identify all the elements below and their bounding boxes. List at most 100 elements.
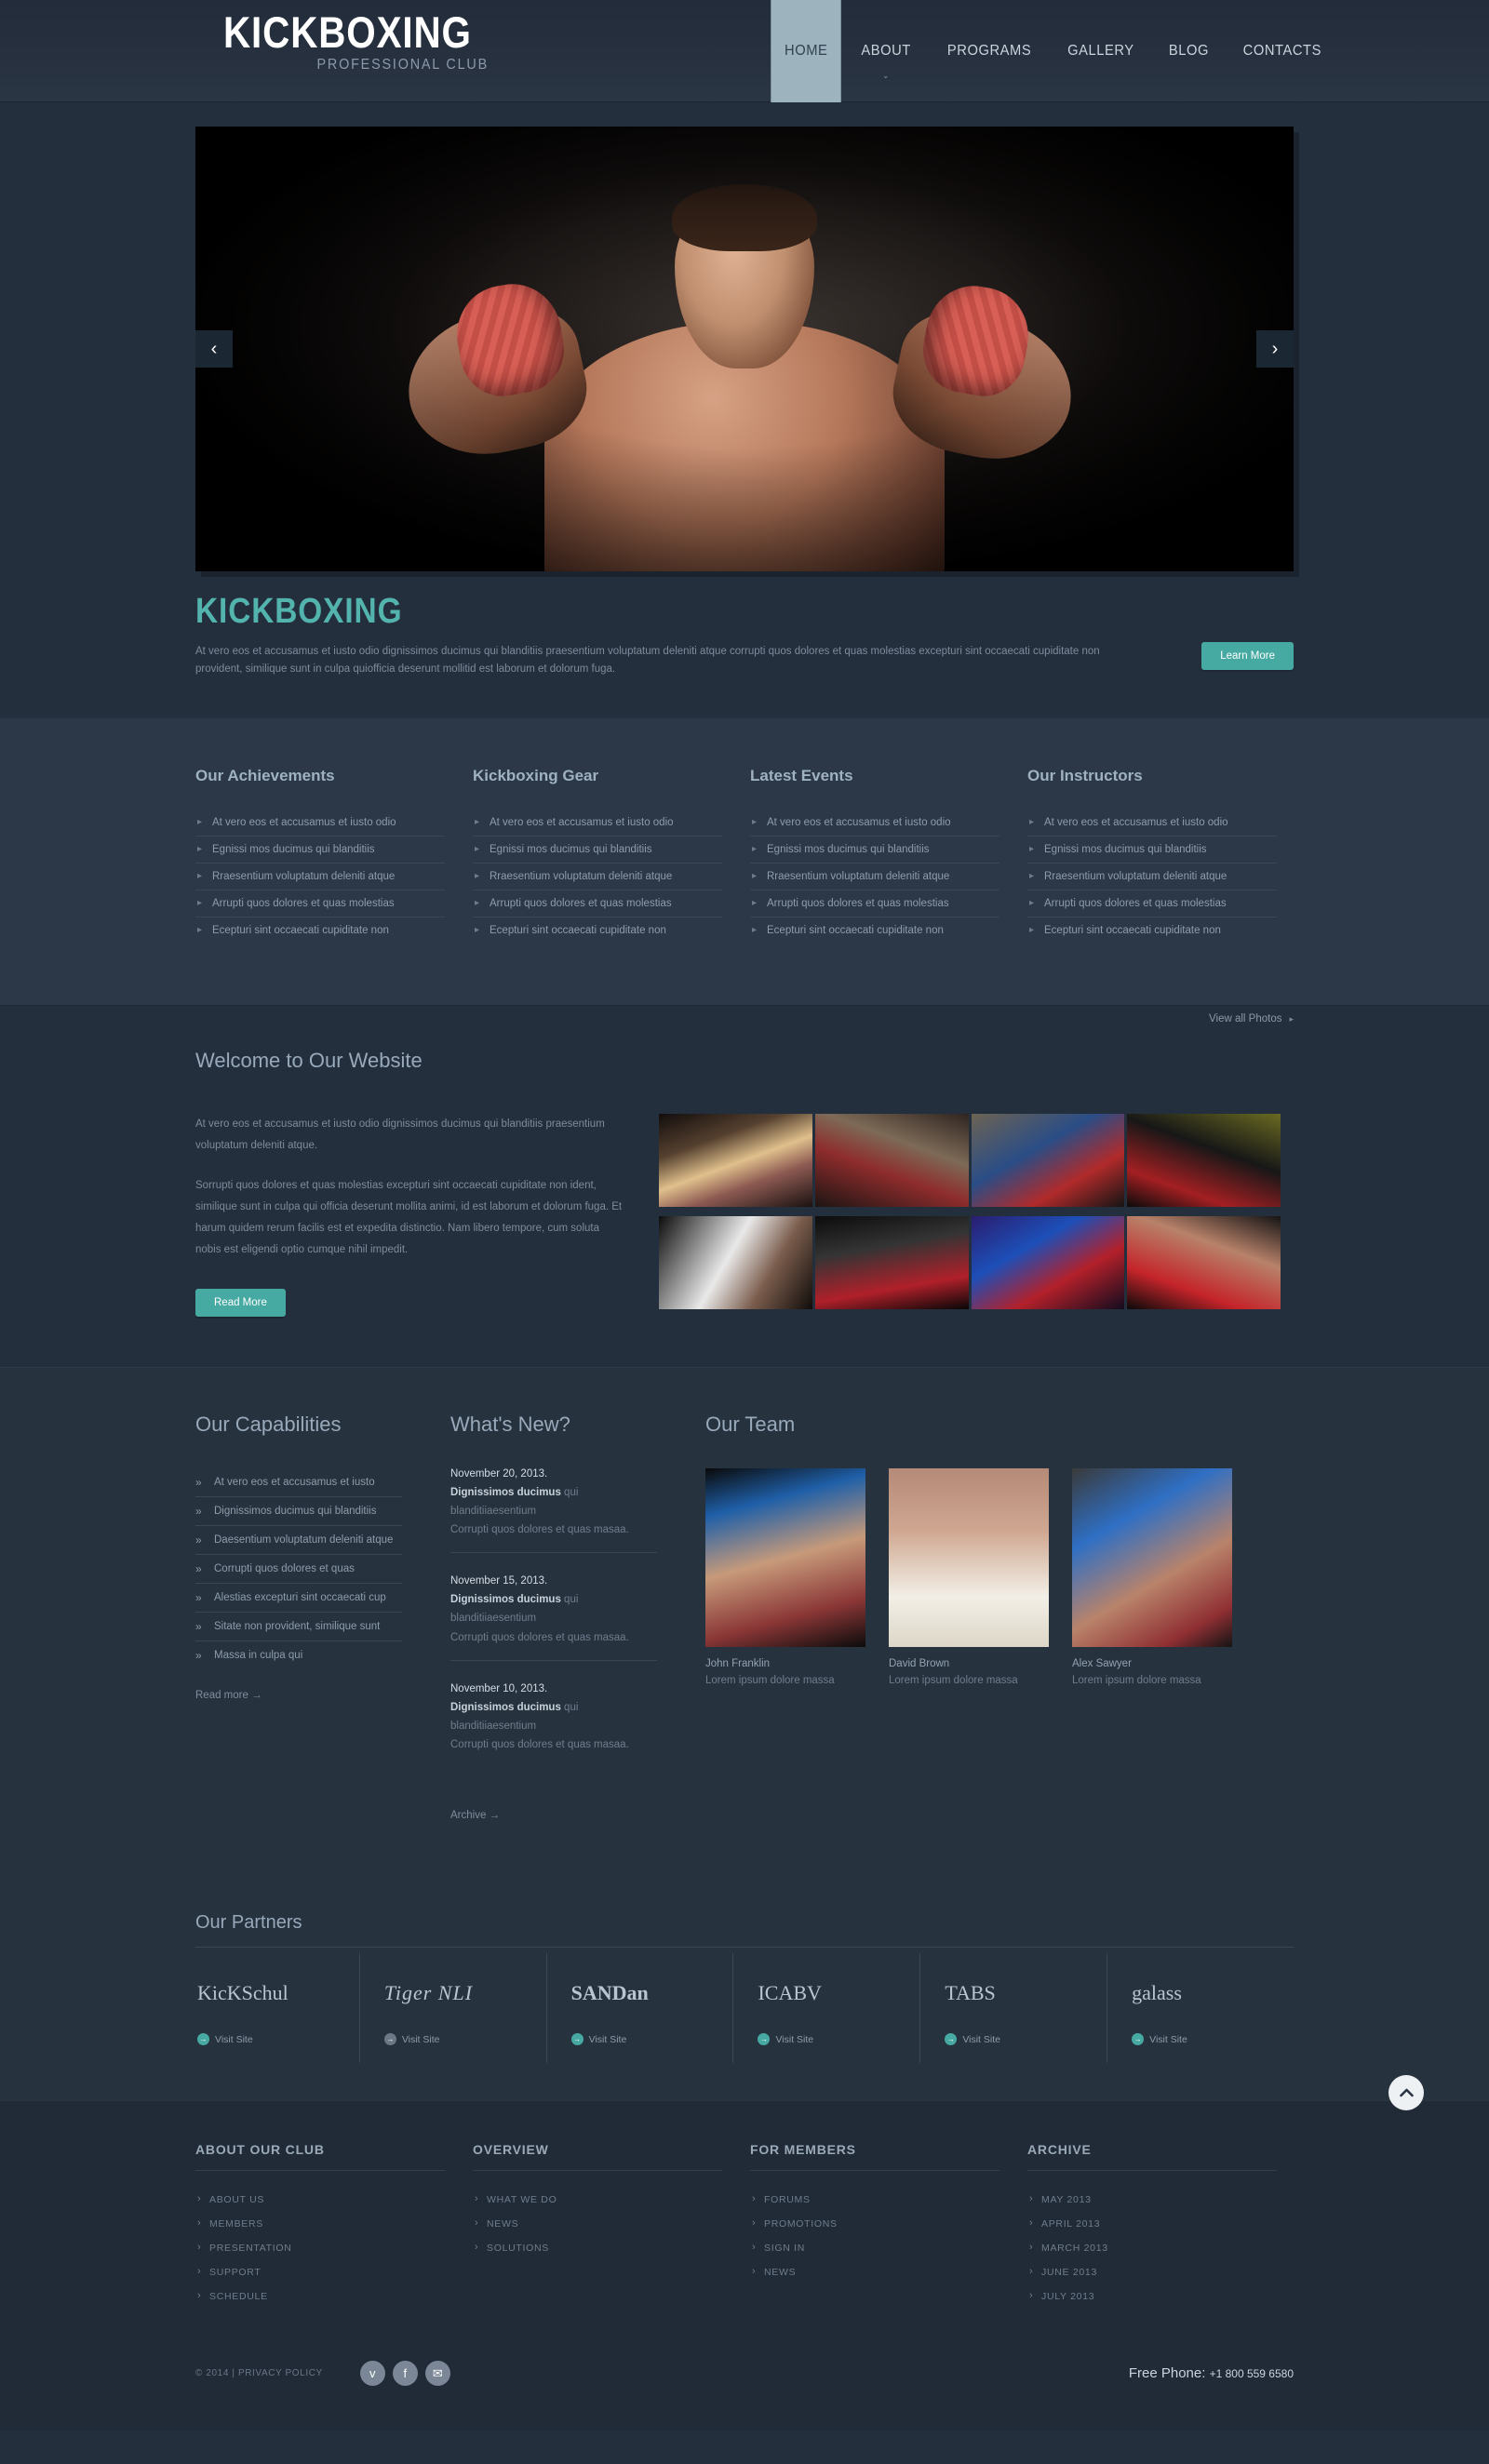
footer-link[interactable]: JULY 2013 (1027, 2284, 1277, 2309)
partner-visit-site-link[interactable]: → Visit Site (1132, 2033, 1187, 2046)
site-logo[interactable]: KICKBOXING PROFESSIONAL CLUB (223, 9, 512, 74)
partner-visit-site-link[interactable]: → Visit Site (758, 2033, 813, 2046)
footer-link[interactable]: FORUMS (750, 2188, 999, 2212)
mail-icon[interactable]: ✉ (424, 2361, 450, 2387)
feature-list-link[interactable]: Ecepturi sint occaecati cupiditate non (1027, 917, 1277, 944)
capability-link[interactable]: Daesentium voluptatum deleniti atque (195, 1526, 402, 1554)
nav-item-gallery[interactable]: GALLERY (1053, 0, 1147, 102)
footer-link[interactable]: NEWS (750, 2260, 999, 2284)
nav-item-about[interactable]: ABOUT ⌄ (848, 0, 925, 102)
capability-link[interactable]: Dignissimos ducimus qui blanditiis (195, 1497, 402, 1525)
partners-title: Our Partners (195, 1912, 1294, 1948)
news-headline[interactable]: Dignissimos ducimus (450, 1702, 561, 1713)
capability-link[interactable]: Sitate non provident, similique sunt (195, 1613, 402, 1640)
footer-link[interactable]: SIGN IN (750, 2236, 999, 2260)
footer-link[interactable]: SUPPORT (195, 2260, 445, 2284)
read-more-button[interactable]: Read More (195, 1288, 286, 1317)
capability-link[interactable]: Alestias excepturi sint occaecati cup (195, 1584, 402, 1612)
partners-row: KicKSchul → Visit Site Tiger NLI → Visit Site… (195, 1953, 1294, 2064)
feature-list-link[interactable]: Ecepturi sint occaecati cupiditate non (473, 917, 722, 944)
capabilities-read-more-link[interactable]: Read more → (195, 1690, 262, 1701)
facebook-icon[interactable]: f (392, 2361, 418, 2387)
chevron-right-icon: ▸ (1289, 1013, 1294, 1024)
list-item: Arrupti quos dolores et quas molestias (1027, 891, 1277, 917)
gallery-thumb-female-boxer-pink-top[interactable] (659, 1113, 812, 1207)
feature-column: Our Achievements At vero eos et accusamus… (195, 767, 445, 944)
partner-visit-site-link[interactable]: → Visit Site (197, 2033, 253, 2046)
nav-item-home[interactable]: HOME (771, 0, 842, 102)
feature-list-link[interactable]: Arrupti quos dolores et quas molestias (750, 891, 999, 917)
footer-link[interactable]: MAY 2013 (1027, 2188, 1277, 2212)
feature-list-link[interactable]: At vero eos et accusamus et iusto odio (750, 810, 999, 836)
feature-list: At vero eos et accusamus et iusto odioEg… (1027, 810, 1277, 944)
news-date: November 15, 2013. (450, 1575, 548, 1587)
footer-link[interactable]: PRESENTATION (195, 2236, 445, 2260)
footer-link[interactable]: APRIL 2013 (1027, 2212, 1277, 2236)
feature-list-link[interactable]: Arrupti quos dolores et quas molestias (1027, 891, 1277, 917)
feature-list-link[interactable]: Rraesentium voluptatum deleniti atque (473, 864, 722, 890)
feature-list-link[interactable]: At vero eos et accusamus et iusto odio (1027, 810, 1277, 836)
footer-link[interactable]: SOLUTIONS (473, 2236, 722, 2260)
capability-link[interactable]: Massa in culpa qui (195, 1641, 402, 1669)
capability-link[interactable]: Corrupti quos dolores et quas (195, 1555, 402, 1583)
feature-list-link[interactable]: Egnissi mos ducimus qui blanditiis (473, 837, 722, 863)
partner-visit-site-link[interactable]: → Visit Site (383, 2033, 440, 2046)
nav-item-contacts[interactable]: CONTACTS (1229, 0, 1335, 102)
news-archive-link[interactable]: Archive → (450, 1810, 500, 1821)
feature-list-link[interactable]: Arrupti quos dolores et quas molestias (195, 891, 445, 917)
gallery-thumb-boxer-in-dark-ring[interactable] (814, 1216, 969, 1310)
arrow-right-circle-icon: → (1132, 2033, 1145, 2046)
feature-list-link[interactable]: At vero eos et accusamus et iusto odio (195, 810, 445, 836)
feature-list-link[interactable]: Rraesentium voluptatum deleniti atque (750, 864, 999, 890)
news-excerpt: Corrupti quos dolores et quas masaa. (450, 1631, 629, 1643)
nav-item-programs[interactable]: PROGRAMS (933, 0, 1045, 102)
footer-link[interactable]: WHAT WE DO (473, 2188, 722, 2212)
footer-link[interactable]: MEMBERS (195, 2212, 445, 2236)
footer-link[interactable]: PROMOTIONS (750, 2212, 999, 2236)
gallery-thumb-boxing-ring-bell-blue[interactable] (971, 1216, 1125, 1310)
feature-list-link[interactable]: Arrupti quos dolores et quas molestias (473, 891, 722, 917)
slider-next-arrow-icon[interactable]: › (1256, 330, 1294, 368)
team-member-role: Lorem ipsum dolore massa (705, 1674, 835, 1686)
slider-prev-arrow-icon[interactable]: ‹ (195, 330, 233, 368)
footer-column-title: ARCHIVE (1027, 2142, 1277, 2172)
news-excerpt: Corrupti quos dolores et quas masaa. (450, 1738, 629, 1750)
footer-link[interactable]: ABOUT US (195, 2188, 445, 2212)
footer-link[interactable]: NEWS (473, 2212, 722, 2236)
gallery-thumb-sparring-partners-pads[interactable] (814, 1113, 969, 1207)
view-all-photos-link[interactable]: View all Photos ▸ (1209, 1013, 1294, 1024)
partner-visit-site-label: Visit Site (962, 2033, 1000, 2045)
feature-list-link[interactable]: At vero eos et accusamus et iusto odio (473, 810, 722, 836)
feature-list-link[interactable]: Egnissi mos ducimus qui blanditiis (750, 837, 999, 863)
footer-link[interactable]: JUNE 2013 (1027, 2260, 1277, 2284)
news-headline[interactable]: Dignissimos ducimus (450, 1594, 561, 1605)
feature-list: At vero eos et accusamus et iusto odioEg… (473, 810, 722, 944)
feature-list-link[interactable]: Rraesentium voluptatum deleniti atque (1027, 864, 1277, 890)
list-item: MAY 2013 (1027, 2188, 1277, 2212)
partner-visit-site-link[interactable]: → Visit Site (570, 2033, 626, 2046)
feature-list-link[interactable]: Egnissi mos ducimus qui blanditiis (195, 837, 445, 863)
feature-list-link[interactable]: Ecepturi sint occaecati cupiditate non (750, 917, 999, 944)
team-member-photo (889, 1467, 1049, 1647)
capability-link[interactable]: At vero eos et accusamus et iusto (195, 1468, 402, 1496)
gallery-thumb-boxer-red-gloves-portrait[interactable] (1127, 1216, 1281, 1310)
learn-more-button[interactable]: Learn More (1201, 642, 1294, 670)
arrow-right-circle-icon: → (570, 2033, 584, 2046)
gallery-thumb-hooded-boxer-red-gloves[interactable] (1127, 1113, 1281, 1207)
footer-link[interactable]: SCHEDULE (195, 2284, 445, 2309)
gallery-thumb-two-boxers-clinch-ring[interactable] (971, 1113, 1125, 1207)
feature-list-link[interactable]: Egnissi mos ducimus qui blanditiis (1027, 837, 1277, 863)
feature-list-link[interactable]: Ecepturi sint occaecati cupiditate non (195, 917, 445, 944)
scroll-to-top-button[interactable] (1388, 2075, 1424, 2111)
feature-column-title: Our Instructors (1027, 766, 1143, 784)
news-headline[interactable]: Dignissimos ducimus (450, 1487, 561, 1498)
twitter-icon[interactable]: ᴠ (359, 2361, 385, 2387)
footer-link[interactable]: MARCH 2013 (1027, 2236, 1277, 2260)
partner-cell: SANDan → Visit Site (545, 1953, 733, 2064)
nav-item-blog[interactable]: BLOG (1155, 0, 1223, 102)
partner-visit-site-link[interactable]: → Visit Site (945, 2033, 1000, 2046)
gallery-thumb-male-boxer-spotlight[interactable] (659, 1216, 812, 1310)
feature-list-link[interactable]: Rraesentium voluptatum deleniti atque (195, 864, 445, 890)
arrow-right-circle-icon: → (197, 2033, 209, 2046)
partner-logo: SANDan (570, 1981, 649, 2005)
